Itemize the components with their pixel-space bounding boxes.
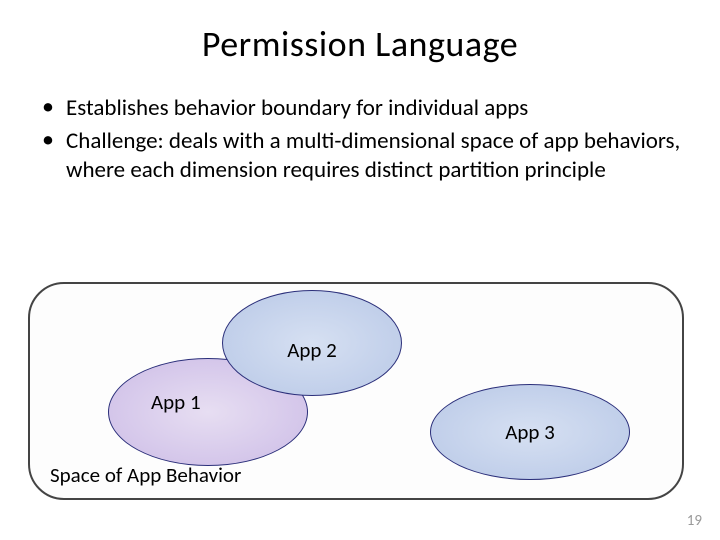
- bullet-item: Establishes behavior boundary for indivi…: [40, 94, 684, 123]
- app3-label: App 3: [505, 419, 555, 445]
- app2-label: App 2: [287, 337, 337, 363]
- bullet-list: Establishes behavior boundary for indivi…: [36, 94, 684, 184]
- app2-ellipse: App 2: [222, 290, 402, 396]
- slide: Permission Language Establishes behavior…: [0, 0, 720, 540]
- app1-label: App 1: [151, 389, 201, 415]
- bullet-item: Challenge: deals with a multi-dimensiona…: [40, 127, 684, 185]
- slide-title: Permission Language: [36, 22, 684, 66]
- behavior-space-diagram: App 1 App 2 App 3 Space of App Behavior: [28, 282, 684, 500]
- page-number: 19: [687, 512, 702, 530]
- app3-ellipse: App 3: [430, 384, 630, 480]
